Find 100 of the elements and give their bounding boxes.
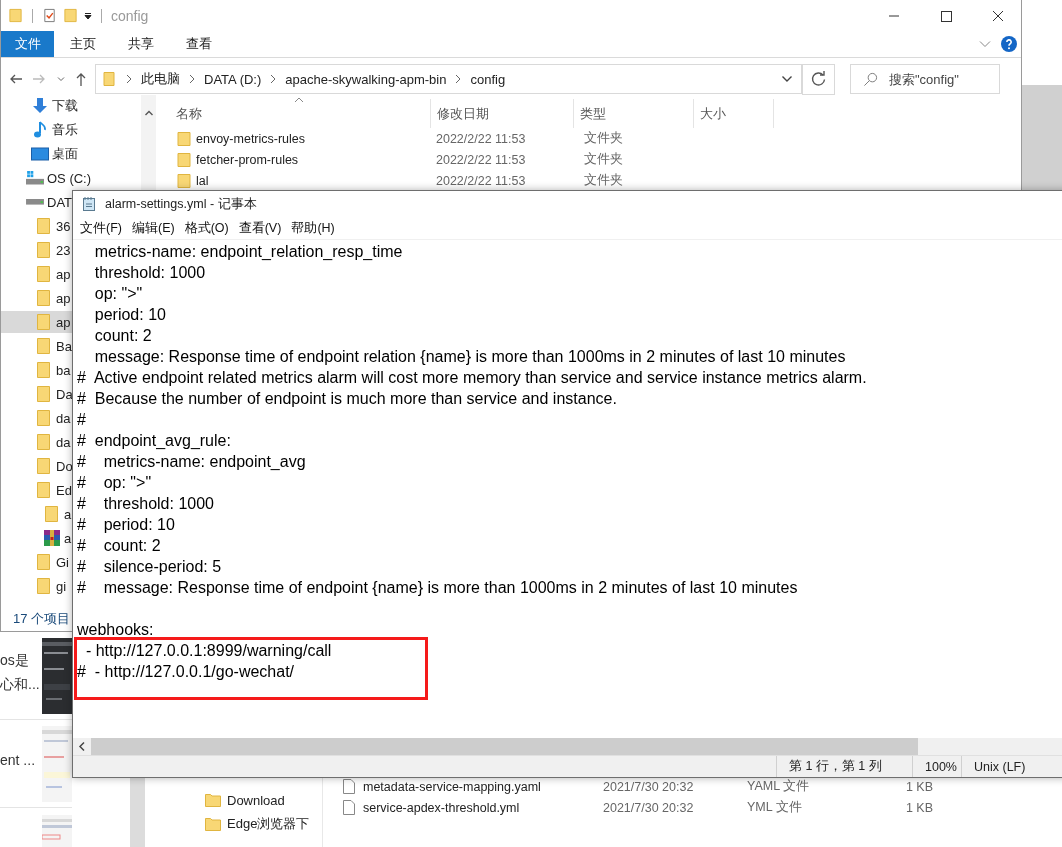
folder-icon <box>205 792 221 808</box>
column-header[interactable]: 类型 <box>574 99 694 128</box>
code-line: # - http://127.0.0.1/go-wechat/ <box>77 662 295 682</box>
modified-date: 2022/2/22 11:53 <box>436 173 527 188</box>
folder-icon <box>176 151 192 168</box>
nav-item[interactable]: Download <box>150 788 322 812</box>
menu-item[interactable]: 格式(O) <box>179 219 234 237</box>
refresh-button[interactable] <box>802 63 835 95</box>
file-row[interactable]: fetcher-prom-rules 2022/2/22 11:53 文件夹 <box>176 149 1021 170</box>
nav-item[interactable]: OS (C:) <box>1 167 92 189</box>
file-name: envoy-metrics-rules <box>196 131 307 146</box>
code-line: webhooks: <box>77 620 154 640</box>
nav-item[interactable]: a <box>1 503 73 525</box>
column-header[interactable]: 名称 <box>176 99 431 128</box>
folder-icon <box>205 816 221 832</box>
menu-item[interactable]: 文件(F) <box>75 219 127 237</box>
menu-item[interactable]: 查看(V) <box>233 219 287 237</box>
nav-item[interactable]: 音乐 <box>1 119 78 141</box>
nav-item[interactable]: Ed <box>1 479 73 501</box>
ribbon-tab[interactable]: 共享 <box>112 31 170 57</box>
nav-item[interactable]: ap <box>1 287 73 309</box>
caret-icon[interactable] <box>84 11 92 20</box>
breadcrumb-item[interactable]: apache-skywalking-apm-bin <box>285 71 447 87</box>
code-line: # <box>77 410 86 430</box>
folder-icon <box>176 172 192 189</box>
list-item-card[interactable]: os是 心和... <box>0 632 72 720</box>
item-count: 17 个项目 <box>13 610 71 628</box>
scrollbar[interactable] <box>130 778 145 847</box>
folder-icon <box>35 265 53 283</box>
article-title: ent ... <box>0 750 37 770</box>
recent-locations-button[interactable] <box>56 74 66 84</box>
menu-item[interactable]: 帮助(H) <box>286 219 340 237</box>
help-icon[interactable] <box>1001 36 1017 52</box>
address-bar[interactable]: 此电脑 DATA (D:) apache-skywalking-apm-bin config <box>95 64 802 94</box>
scroll-up-icon[interactable] <box>143 109 154 117</box>
file-row[interactable]: service-apdex-threshold.yml 2021/7/30 20:32 YML 文件 1 KB <box>343 797 933 818</box>
archive-icon <box>43 529 61 547</box>
search-field[interactable]: 搜索"config" <box>850 64 1000 94</box>
breadcrumb-item[interactable]: DATA (D:) <box>204 71 262 87</box>
nav-item[interactable]: ap <box>1 311 73 333</box>
nav-item[interactable]: Gi <box>1 551 73 573</box>
line-ending: Unix (LF) <box>961 756 1062 777</box>
list-item-card[interactable]: ent ... <box>0 720 72 808</box>
file-name: fetcher-prom-rules <box>196 152 300 167</box>
folder-icon <box>35 433 53 451</box>
breadcrumb-item[interactable]: 此电脑 <box>141 70 180 88</box>
folder-icon <box>35 553 53 571</box>
code-line: # count: 2 <box>77 536 161 556</box>
nav-item[interactable]: 下载 <box>1 95 78 117</box>
breadcrumb-item[interactable]: config <box>470 71 506 87</box>
folder-icon <box>101 71 117 87</box>
properties-icon[interactable] <box>42 7 57 24</box>
nav-item[interactable]: da <box>1 407 73 429</box>
chevron-icon <box>126 74 132 84</box>
ribbon-tab[interactable]: 文件 <box>1 31 54 57</box>
sort-caret-icon <box>294 97 304 103</box>
code-line: metrics-name: endpoint_relation_resp_time <box>93 242 403 262</box>
folder-icon <box>35 241 53 259</box>
scrollbar-thumb[interactable] <box>91 738 918 755</box>
nav-item[interactable]: 桌面 <box>1 143 78 165</box>
nav-item[interactable]: a <box>1 527 73 549</box>
ribbon-tab[interactable]: 主页 <box>54 31 112 57</box>
folder-icon <box>43 505 61 523</box>
file-row[interactable]: envoy-metrics-rules 2022/2/22 11:53 文件夹 <box>176 128 1021 149</box>
file-name: metadata-service-mapping.yaml <box>363 779 542 794</box>
file-type: 文件夹 <box>584 130 624 147</box>
nav-item[interactable]: 36 <box>1 215 73 237</box>
nav-item[interactable]: gi <box>1 575 73 597</box>
code-line: # silence-period: 5 <box>77 557 222 577</box>
nav-item[interactable]: Ba <box>1 335 73 357</box>
zoom-level: 100% <box>912 756 961 777</box>
nav-item[interactable]: 23 <box>1 239 73 261</box>
code-line: # period: 10 <box>77 515 175 535</box>
modified-date: 2022/2/22 11:53 <box>436 152 527 167</box>
folder-icon <box>35 481 53 499</box>
folder-icon <box>35 313 53 331</box>
ribbon-tab[interactable]: 查看 <box>170 31 228 57</box>
code-line: # op: ">" <box>77 473 152 493</box>
file-row[interactable]: metadata-service-mapping.yaml 2021/7/30 20:32 YAML 文件 1 KB <box>343 776 933 797</box>
chevron-icon <box>270 74 277 84</box>
window-title: alarm-settings.yml - 记事本 <box>105 195 257 213</box>
nav-item[interactable]: ap <box>1 263 73 285</box>
file-name: lal <box>196 173 210 188</box>
nav-item[interactable]: Da <box>1 383 73 405</box>
desktop-icon <box>31 145 49 163</box>
nav-item[interactable]: DAT <box>1 191 73 213</box>
column-header[interactable]: 修改日期 <box>431 99 574 128</box>
article-title: os是 <box>0 650 30 670</box>
code-line: # message: Response time of endpoint {name} is more than 1000ms in 2 minutes of last 10 minutes <box>77 578 798 598</box>
code-line: - http://127.0.0.1:8999/warning/call <box>84 641 332 661</box>
file-row[interactable]: lal 2022/2/22 11:53 文件夹 <box>176 170 1021 191</box>
dropdown-icon[interactable] <box>781 75 793 83</box>
nav-item[interactable]: Do <box>1 455 73 477</box>
code-line: # endpoint_avg_rule: <box>77 431 231 451</box>
column-header[interactable]: 大小 <box>694 99 774 128</box>
nav-item[interactable]: da <box>1 431 73 453</box>
drive-icon <box>26 171 44 185</box>
nav-item[interactable]: ba <box>1 359 73 381</box>
nav-item[interactable]: Edge浏览器下 <box>150 812 322 836</box>
menu-item[interactable]: 编辑(E) <box>126 219 180 237</box>
